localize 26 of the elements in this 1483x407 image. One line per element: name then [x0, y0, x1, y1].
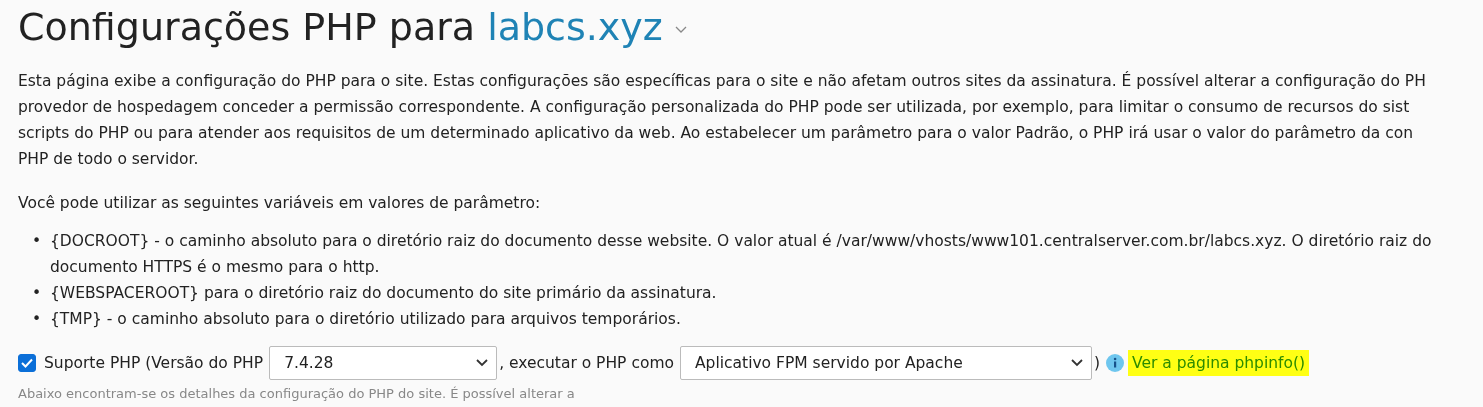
description-line: provedor de hospedagem conceder a permissão correspondente. A configuração personalizada do PHP pode ser utilizada, por exemplo, para limitar o consumo de recursos do sist	[18, 97, 1411, 118]
footnote-text: Abaixo encontram-se os detalhes da configuração do PHP do site. É possível alterar a	[18, 386, 576, 401]
phpinfo-link[interactable]: Ver a página phpinfo()	[1128, 350, 1310, 376]
variable-description: {WEBSPACEROOT} para o diretório raiz do documento do site primário da assinatura.	[50, 283, 717, 304]
variable-description: {DOCROOT} - o caminho absoluto para o diretório raiz do documento desse website. O valor atual é /var/www/vhosts/www101.centralserver.com.br/labcs.xyz. O diretório raiz do	[50, 231, 1432, 252]
description-line: scripts do PHP ou para atender aos requisitos de um determinado aplicativo da web. Ao estabelecer um parâmetro para o valor Padrão, o PHP irá usar o valor do parâmetro da con	[18, 123, 1415, 144]
caret-icon[interactable]	[674, 26, 687, 34]
php-support-checkbox[interactable]	[18, 354, 36, 372]
variables-intro: Você pode utilizar as seguintes variáveis em valores de parâmetro:	[18, 193, 542, 214]
description-line: PHP de todo o servidor.	[18, 149, 200, 170]
info-icon[interactable]	[1106, 354, 1125, 372]
variable-description: documento HTTPS é o mesmo para o http.	[50, 257, 381, 278]
chevron-down-icon	[476, 359, 489, 367]
bullet: •	[32, 231, 43, 252]
domain-name[interactable]: labcs.xyz	[487, 4, 663, 50]
bullet: •	[32, 309, 43, 330]
page-title: Configurações PHP para	[18, 4, 476, 50]
php-support-label: Suporte PHP (Versão do PHP	[44, 354, 264, 372]
chevron-down-icon	[1071, 359, 1083, 367]
version-select[interactable]: 7.4.28	[269, 346, 498, 380]
variable-description: {TMP} - o caminho absoluto para o diretório utilizado para arquivos temporários.	[50, 309, 681, 330]
closing-parenthesis: )	[1094, 354, 1101, 372]
run-as-label: , executar o PHP como	[499, 354, 674, 372]
description-line: Esta página exibe a configuração do PHP para o site. Estas configurações são específicas para o site e não afetam outros sites da assinatura. É possível alterar a configuração do PH	[18, 70, 1427, 92]
bullet: •	[32, 283, 43, 304]
handler-select[interactable]: Aplicativo FPM servido por Apache	[680, 346, 1092, 380]
